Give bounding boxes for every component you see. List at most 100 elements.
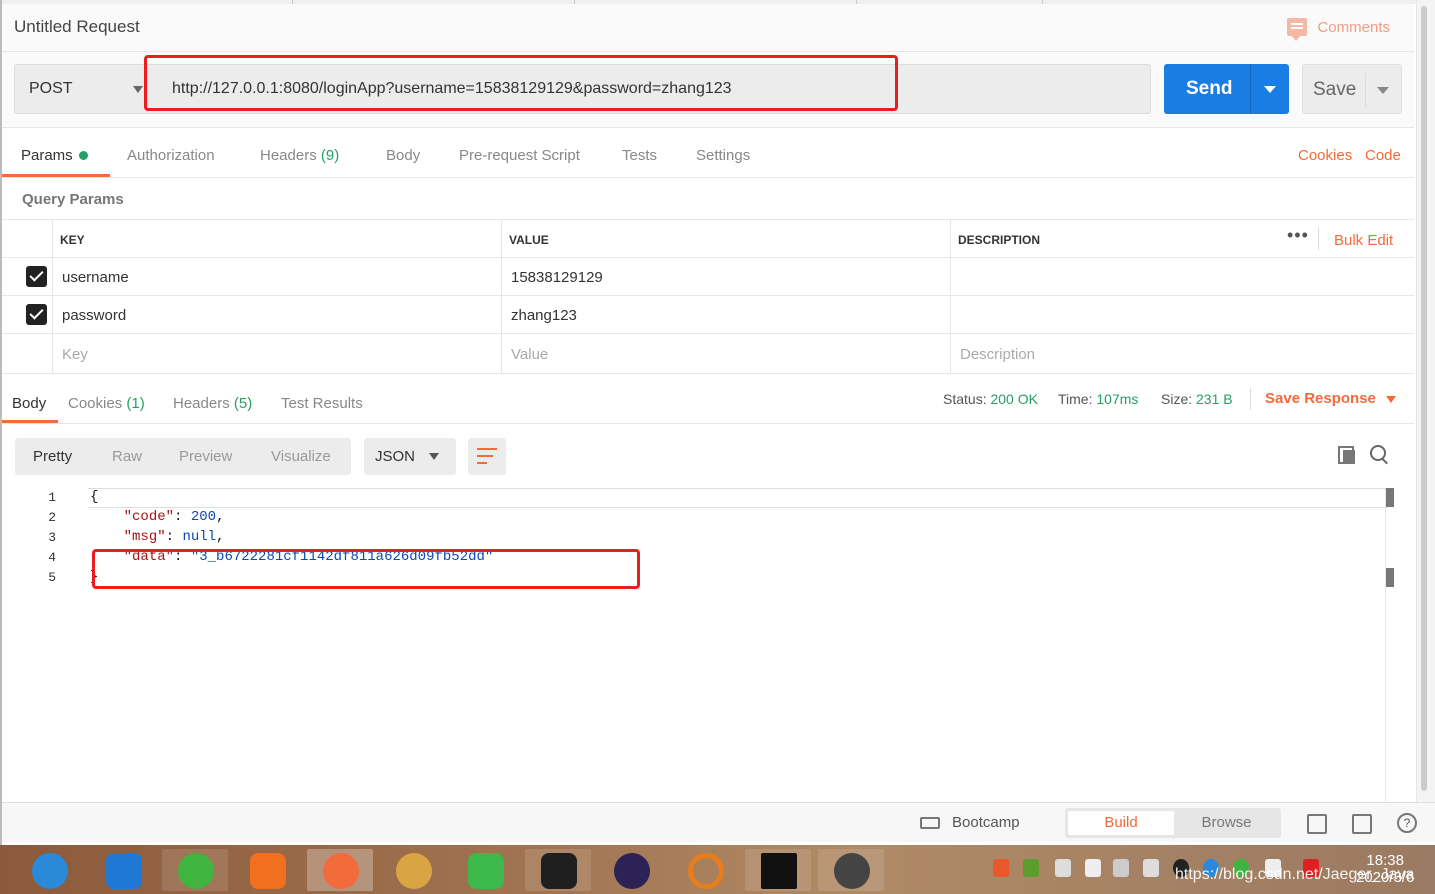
tab-tests[interactable]: Tests (622, 147, 657, 164)
tab-authorization[interactable]: Authorization (127, 147, 215, 164)
taskbar-app-wechat[interactable] (162, 849, 228, 891)
taskbar-app-vscode[interactable] (90, 849, 156, 891)
view-preview[interactable]: Preview (179, 448, 232, 465)
save-options-chevron-icon[interactable] (1377, 87, 1389, 94)
tab-headers[interactable]: Headers (9) (260, 147, 339, 164)
system-clock[interactable]: 18:38 2020/3/6 (1356, 852, 1414, 886)
chevron-down-icon (1385, 395, 1396, 403)
view-pretty[interactable]: Pretty (33, 448, 72, 465)
browse-button[interactable]: Browse (1175, 811, 1278, 835)
copy-icon[interactable] (1338, 446, 1356, 464)
code-line: "code": 200, (123, 509, 225, 525)
tab-body[interactable]: Body (386, 147, 420, 164)
view-visualize[interactable]: Visualize (271, 448, 331, 465)
tray-icon[interactable] (1023, 859, 1039, 877)
wrap-lines-button[interactable] (468, 438, 506, 475)
taskbar: https://blog.csdn.net/Jaeger_Java 18:38 … (0, 845, 1435, 894)
taskbar-app-javaee[interactable] (818, 849, 884, 891)
send-button[interactable]: Send (1164, 64, 1289, 114)
view-raw[interactable]: Raw (112, 448, 142, 465)
build-browse-switch: Build Browse (1065, 808, 1281, 838)
params-indicator-dot (78, 150, 88, 160)
window-scrollbar[interactable] (1416, 0, 1435, 802)
tab-settings[interactable]: Settings (696, 147, 750, 164)
eclipse-javaee-icon (834, 853, 870, 889)
status-bar: Bootcamp Build Browse ? (2, 802, 1435, 842)
network-icon[interactable] (1113, 859, 1129, 877)
new-key-input[interactable]: Key (62, 346, 88, 363)
taskbar-app-postman[interactable] (307, 849, 373, 891)
help-icon[interactable]: ? (1397, 813, 1417, 833)
keyboard-shortcuts-icon[interactable] (1352, 814, 1372, 834)
new-description-input[interactable]: Description (960, 346, 1035, 363)
param-value[interactable]: zhang123 (511, 307, 577, 324)
bird-icon (32, 853, 68, 889)
taskbar-app-video[interactable] (234, 849, 300, 891)
vscode-icon (106, 853, 142, 889)
method-select[interactable]: POST (14, 64, 148, 114)
taskbar-app-eclipse[interactable] (598, 849, 664, 891)
tray-icon[interactable] (1085, 859, 1101, 877)
send-label: Send (1186, 78, 1233, 99)
magnifier-icon (688, 853, 724, 889)
line-number: 5 (48, 570, 56, 585)
new-value-input[interactable]: Value (511, 346, 548, 363)
bootcamp-link[interactable]: Bootcamp (952, 814, 1020, 831)
video-player-icon (250, 853, 286, 889)
bulk-edit-link[interactable]: Bulk Edit (1334, 232, 1393, 249)
two-pane-view-icon[interactable] (1307, 814, 1327, 834)
comment-icon (1287, 18, 1308, 41)
active-response-tab-indicator (2, 420, 58, 423)
format-value: JSON (375, 448, 416, 465)
column-header-description: DESCRIPTION (958, 233, 1041, 247)
taskbar-app-pycharm[interactable] (525, 849, 591, 891)
save-button[interactable]: Save (1302, 64, 1402, 114)
response-body-editor[interactable]: 1 2 3 4 5 { "code": 200, "msg": null, "d… (2, 488, 1402, 802)
param-key[interactable]: username (62, 269, 129, 286)
eclipse-icon (614, 853, 650, 889)
line-number: 3 (48, 530, 56, 545)
save-response-button[interactable]: Save Response (1265, 390, 1396, 407)
volume-icon[interactable] (1143, 859, 1159, 877)
param-value[interactable]: 15838129129 (511, 269, 603, 286)
taskbar-app-hbuilder[interactable] (452, 849, 518, 891)
comments-button[interactable]: Comments (1287, 18, 1390, 41)
tab-test-results[interactable]: Test Results (281, 395, 363, 412)
more-options-icon[interactable]: ••• (1287, 225, 1309, 246)
tray-icon[interactable] (1055, 859, 1071, 877)
code-line: { (90, 489, 99, 505)
param-key[interactable]: password (62, 307, 126, 324)
tray-icon[interactable] (993, 859, 1009, 877)
hbuilder-icon (468, 853, 504, 889)
send-options-chevron-icon[interactable] (1264, 86, 1276, 93)
row-checkbox[interactable] (26, 304, 47, 325)
tab-response-cookies[interactable]: Cookies (1) (68, 395, 145, 412)
taskbar-app-terminal[interactable] (745, 849, 811, 891)
postman-icon (323, 853, 359, 889)
taskbar-app-search[interactable] (672, 849, 738, 891)
column-header-key: KEY (60, 233, 85, 247)
line-number: 4 (48, 550, 56, 565)
column-header-value: VALUE (509, 233, 549, 247)
row-checkbox[interactable] (26, 266, 47, 287)
request-title-bar: Untitled Request Comments (2, 4, 1414, 52)
terminal-icon (761, 853, 797, 889)
build-button[interactable]: Build (1068, 811, 1174, 835)
tab-params[interactable]: Params (21, 147, 88, 164)
editor-scrollbar-thumb[interactable] (1386, 488, 1394, 507)
tab-pre-request-script[interactable]: Pre-request Script (459, 147, 580, 164)
search-icon[interactable] (1370, 445, 1390, 465)
cookies-link[interactable]: Cookies (1298, 147, 1352, 164)
tab-response-headers[interactable]: Headers (5) (173, 395, 252, 412)
clock-time: 18:38 (1366, 852, 1404, 869)
request-title[interactable]: Untitled Request (14, 17, 140, 37)
clock-date: 2020/3/6 (1356, 869, 1415, 886)
table-row: username 15838129129 (2, 257, 1414, 296)
wechat-icon (178, 853, 214, 889)
taskbar-app-navicat[interactable] (380, 849, 446, 891)
taskbar-app-feishu[interactable] (16, 849, 82, 891)
pycharm-icon (541, 853, 577, 889)
tab-response-body[interactable]: Body (12, 395, 46, 412)
code-link[interactable]: Code (1365, 147, 1401, 164)
format-select[interactable]: JSON (364, 438, 456, 475)
